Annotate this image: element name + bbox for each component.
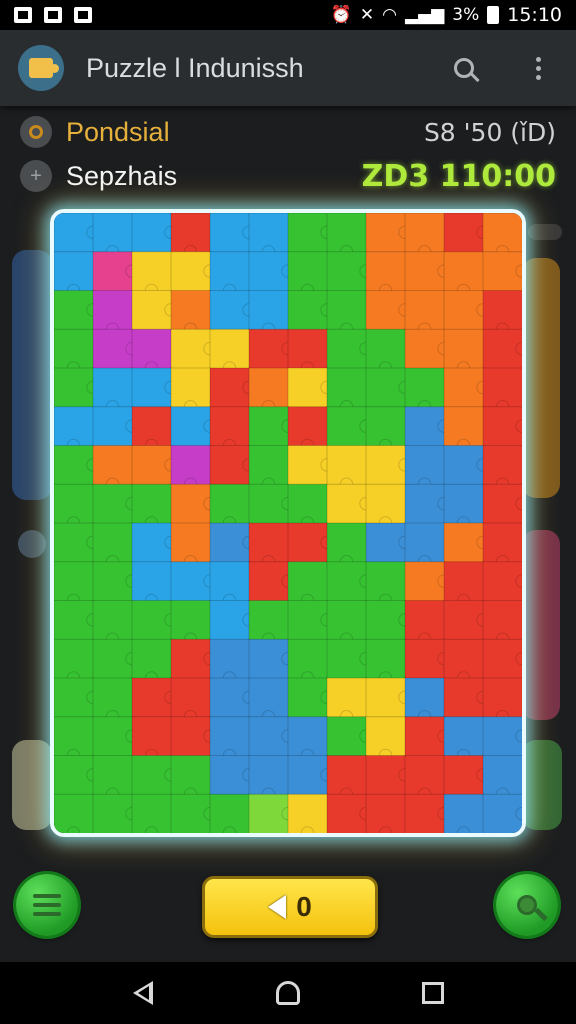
coin-icon (20, 116, 52, 148)
bottom-toolbar: 0 (0, 860, 576, 956)
timer-row: + Sepzhais ZD3 110:00 (0, 156, 576, 196)
status-bar: ⏰ ✕ ◠ ▂▄▆ 3% 15:10 (0, 0, 576, 30)
mute-icon: ✕ (359, 5, 375, 25)
side-circle-marker (18, 530, 46, 558)
status-left-icons (14, 7, 92, 23)
undo-button[interactable]: 0 (202, 876, 378, 938)
hint-button[interactable] (496, 874, 558, 936)
nav-back-button[interactable] (118, 968, 168, 1018)
nav-home-button[interactable] (263, 968, 313, 1018)
search-button[interactable] (444, 48, 484, 88)
undo-count: 0 (296, 891, 312, 922)
timer-label: Sepzhais (66, 160, 178, 191)
nav-recents-icon (422, 982, 445, 1004)
nav-home-icon (275, 981, 300, 1005)
timer-value: ZD3 110:00 (361, 158, 556, 194)
hint-magnifier-icon (517, 895, 537, 915)
clock: 15:10 (507, 4, 562, 26)
photo-icon (14, 7, 32, 23)
score-label: Pondsial (66, 116, 170, 147)
more-options-button[interactable] (518, 48, 558, 88)
status-right-icons: ⏰ ✕ ◠ ▂▄▆ 3% 15:10 (331, 4, 562, 26)
battery-icon (487, 6, 500, 24)
menu-lines-icon (33, 894, 61, 916)
signal-icon: ▂▄▆ (405, 5, 445, 25)
app-title: Puzzle l Indunissh (86, 52, 304, 83)
gallery-icon (44, 7, 62, 23)
side-piece-tray-left (12, 250, 52, 500)
side-piece-tray-right-bottom (522, 740, 562, 830)
search-icon (454, 58, 474, 78)
side-piece-tray-right-lower (522, 530, 560, 720)
system-nav-bar (0, 962, 576, 1024)
battery-percent: 3% (452, 5, 480, 25)
puzzle-grid[interactable] (54, 213, 522, 833)
menu-button[interactable] (16, 874, 78, 936)
notification-icon (74, 7, 92, 23)
app-icon[interactable] (18, 45, 64, 91)
side-piece-tray-left-bottom (12, 740, 52, 830)
back-arrow-icon (268, 895, 287, 919)
score-row: Pondsial S8 '50 (ǐD) (0, 112, 576, 152)
score-value: S8 '50 (ǐD) (423, 117, 556, 147)
plus-icon[interactable]: + (20, 160, 52, 192)
app-bar: Puzzle l Indunissh (0, 30, 576, 106)
nav-recents-button[interactable] (408, 968, 458, 1018)
nav-back-icon (132, 981, 153, 1005)
alarm-icon: ⏰ (330, 5, 352, 25)
puzzle-board[interactable] (50, 209, 526, 837)
wifi-icon: ◠ (382, 5, 398, 25)
side-piece-tray-right (522, 258, 560, 498)
more-vertical-icon (535, 56, 541, 80)
side-toggle-pill[interactable] (528, 224, 562, 240)
